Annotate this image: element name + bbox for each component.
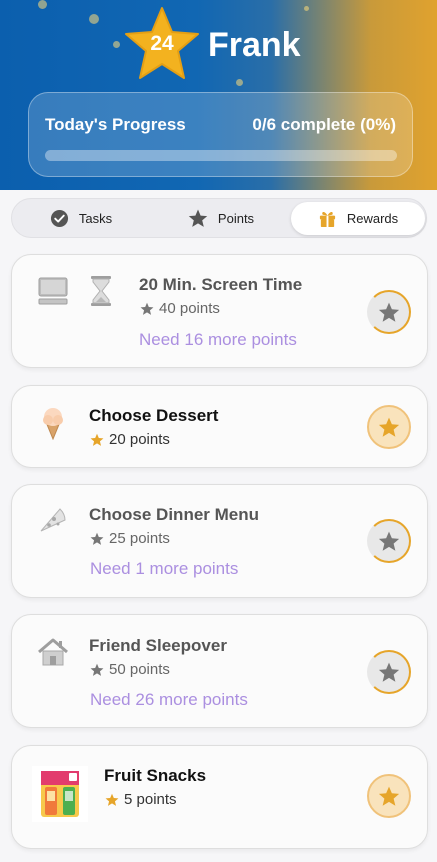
hourglass-icon [86, 273, 116, 309]
profile-header: 24 Frank Today's Progress 0/6 complete (… [0, 0, 437, 190]
tab-label: Rewards [346, 211, 399, 226]
reward-points: 5 points [105, 791, 177, 808]
redeem-button[interactable] [367, 405, 411, 449]
tab-tasks[interactable]: Tasks [16, 202, 146, 235]
reward-points: 40 points [140, 300, 220, 317]
reward-points-text: 5 points [124, 791, 177, 808]
check-circle-icon [50, 209, 68, 228]
star-icon [378, 417, 400, 437]
reward-card-screen-time[interactable]: 20 Min. Screen Time 40 points Need 16 mo… [11, 254, 428, 368]
need-more-points-text: Need 16 more points [139, 330, 297, 349]
tab-bar: Tasks Points Rewards [11, 198, 427, 238]
star-icon [378, 786, 400, 806]
ice-cream-icon [38, 406, 68, 440]
reward-points-text: 50 points [109, 661, 170, 678]
reward-card-choose-dinner-menu[interactable]: Choose Dinner Menu 25 points Need 1 more… [11, 484, 428, 598]
reward-points-text: 25 points [109, 530, 170, 547]
reward-title: Fruit Snacks [104, 766, 207, 785]
decorative-dot [38, 0, 47, 9]
redeem-button[interactable] [367, 774, 411, 818]
redeem-button[interactable] [367, 290, 411, 334]
tab-points[interactable]: Points [156, 202, 286, 235]
tab-label: Tasks [78, 211, 113, 226]
tab-label: Points [217, 211, 255, 226]
gift-icon [319, 211, 335, 228]
decorative-dot [236, 79, 243, 86]
star-icon [378, 531, 400, 551]
star-icon [90, 663, 104, 676]
reward-points-text: 40 points [159, 300, 220, 317]
tab-rewards[interactable]: Rewards [291, 202, 425, 235]
reward-points: 25 points [90, 530, 170, 547]
reward-card-friend-sleepover[interactable]: Friend Sleepover 50 points Need 26 more … [11, 614, 428, 728]
reward-points-text: 20 points [109, 431, 170, 448]
progress-card: Today's Progress 0/6 complete (0%) [28, 92, 413, 177]
reward-points: 50 points [90, 661, 170, 678]
fruit-snacks-box-image [32, 766, 88, 822]
reward-card-fruit-snacks[interactable]: Fruit Snacks 5 points [11, 745, 428, 849]
redeem-button[interactable] [367, 650, 411, 694]
reward-title: Friend Sleepover [89, 636, 227, 655]
reward-card-choose-dessert[interactable]: Choose Dessert 20 points [11, 385, 428, 468]
pizza-icon [36, 503, 70, 537]
house-icon [36, 635, 70, 669]
progress-bar [45, 150, 397, 161]
star-icon [90, 532, 104, 545]
redeem-button[interactable] [367, 519, 411, 563]
progress-label: Today's Progress [45, 115, 186, 134]
user-name: Frank [208, 26, 301, 64]
need-more-points-text: Need 1 more points [90, 559, 239, 578]
reward-points: 20 points [90, 431, 170, 448]
progress-count: 0/6 complete (0%) [252, 115, 396, 134]
computer-icon [36, 273, 70, 309]
level-number: 24 [150, 32, 174, 55]
decorative-dot [304, 6, 309, 11]
star-icon [90, 433, 104, 446]
star-icon [378, 302, 400, 322]
reward-title: Choose Dessert [89, 406, 219, 425]
star-icon [140, 302, 154, 315]
star-icon [188, 209, 208, 227]
need-more-points-text: Need 26 more points [90, 690, 248, 709]
star-icon [105, 793, 119, 806]
decorative-dot [89, 14, 99, 24]
star-icon [378, 662, 400, 682]
decorative-dot [113, 41, 120, 48]
reward-title: 20 Min. Screen Time [139, 275, 303, 294]
reward-title: Choose Dinner Menu [89, 505, 260, 524]
